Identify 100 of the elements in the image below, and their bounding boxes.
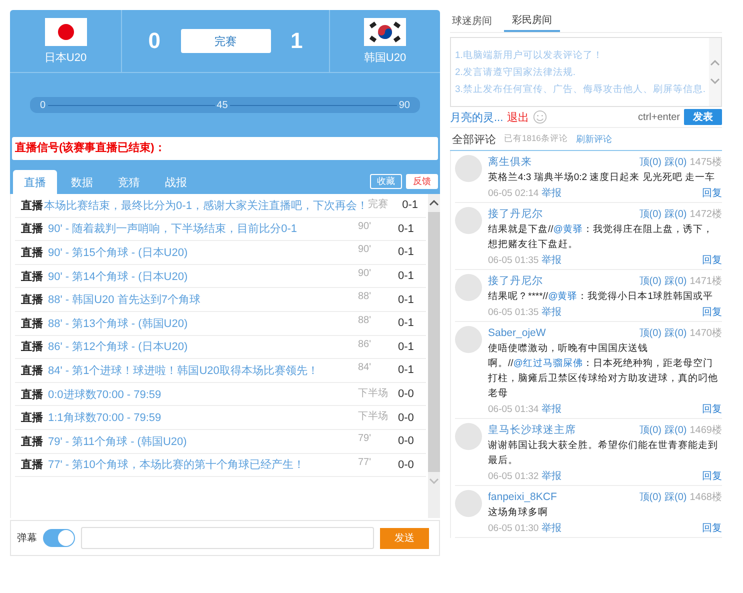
event-minute: 79'	[358, 432, 372, 444]
live-tag: 直播	[15, 316, 48, 331]
report-link[interactable]: 举报	[542, 186, 562, 200]
upvote-link[interactable]: 顶(0)	[639, 490, 662, 504]
report-link[interactable]: 举报	[542, 402, 562, 416]
scrollbar[interactable]	[428, 194, 440, 518]
floor-number: 1471楼	[690, 274, 722, 288]
downvote-link[interactable]: 踩(0)	[664, 155, 687, 169]
live-tab[interactable]: 数据	[60, 170, 104, 194]
logout-link[interactable]: 退出	[507, 110, 530, 124]
report-link[interactable]: 举报	[542, 305, 562, 319]
feedback-button[interactable]: 反馈	[406, 174, 438, 188]
refresh-link[interactable]: 刷新评论	[576, 132, 612, 146]
downvote-link[interactable]: 踩(0)	[664, 490, 687, 504]
floor-number: 1475楼	[690, 156, 722, 169]
event-text: 本场比赛结束，最终比分为0-1，感谢大家关注直播吧，下次再会！	[44, 198, 368, 213]
message-input[interactable]	[81, 527, 374, 549]
event-minute: 完赛	[368, 198, 389, 211]
mention-link[interactable]: @黄驿	[553, 224, 583, 235]
mention-link[interactable]: @红过马骝屎佛	[513, 358, 583, 369]
report-link[interactable]: 举报	[542, 521, 562, 535]
report-link[interactable]: 举报	[542, 253, 562, 267]
upvote-link[interactable]: 顶(0)	[639, 326, 662, 340]
avatar	[455, 274, 482, 301]
live-tag: 直播	[15, 362, 48, 378]
live-tag: 直播	[15, 339, 48, 354]
live-tag: 直播	[15, 434, 48, 449]
away-score: 1	[290, 28, 303, 54]
notice-text: 1.电脑端新用户可以发表评论了！	[455, 48, 604, 62]
event-score: 0-0	[398, 458, 415, 471]
timeline-tick: 90	[398, 100, 411, 110]
comment-time: 06-05 01:32	[488, 470, 539, 482]
reply-link[interactable]: 回复	[702, 469, 722, 483]
comment-text: 这场角球多啊	[488, 506, 549, 520]
room-tab[interactable]: 球迷房间	[450, 10, 498, 32]
upvote-link[interactable]: 顶(0)	[639, 155, 662, 169]
user-name[interactable]: 皇马长沙球迷主席	[488, 423, 576, 437]
upvote-link[interactable]: 顶(0)	[639, 423, 662, 437]
signal-notice: 直播信号(该赛事直播已结束)：	[12, 137, 438, 160]
live-tag: 直播	[15, 457, 48, 472]
scroll-up-icon[interactable]	[429, 200, 439, 206]
notice-text: 2.发言请遵守国家法律法规.	[455, 66, 577, 78]
downvote-link[interactable]: 踩(0)	[664, 274, 687, 288]
live-tab[interactable]: 战报	[154, 170, 198, 194]
floor-number: 1469楼	[690, 424, 722, 437]
event-score: 0-1	[398, 294, 415, 306]
user-name[interactable]: 离生俱来	[488, 155, 532, 169]
comment-text: 使唔使噤激动，听晚有中国国庆送钱啊。//@红过马骝屎佛：日本死绝种狗，距老母空门打柱，脑瘫后卫禁区传球给对方助攻进球，真的叼他老母	[488, 342, 719, 401]
user-link[interactable]: 月亮的灵...	[450, 110, 504, 124]
event-minute: 90'	[358, 244, 372, 256]
emoji-icon[interactable]	[533, 110, 548, 124]
avatar	[455, 490, 482, 517]
mention-link[interactable]: @黄驿	[548, 291, 578, 302]
upvote-link[interactable]: 顶(0)	[639, 274, 662, 288]
notice-text: 3.禁止发布任何宣传、广告、侮辱攻击他人、刷屏等信息.	[455, 82, 707, 96]
reply-link[interactable]: 回复	[702, 253, 722, 267]
comment-text: 英格兰4:3 瑞典半场0:2 速度日起来 见光死吧 走一车	[488, 171, 716, 185]
danmaku-toggle[interactable]	[43, 529, 75, 547]
scroll-down-icon[interactable]	[710, 78, 720, 84]
user-name[interactable]: 接了丹尼尔	[488, 274, 543, 288]
user-name[interactable]: fanpeixi_8KCF	[488, 491, 557, 503]
reply-link[interactable]: 回复	[702, 402, 722, 416]
event-text: 88' - 韩国U20 首先达到7个角球	[48, 293, 202, 308]
event-score: 0-0	[398, 388, 415, 400]
live-tag: 直播	[15, 292, 48, 308]
favorite-button[interactable]: 收藏	[370, 174, 402, 188]
reply-link[interactable]: 回复	[702, 521, 722, 535]
event-score: 0-1	[398, 270, 415, 282]
downvote-link[interactable]: 踩(0)	[664, 423, 687, 437]
timeline-tick: 45	[216, 100, 229, 110]
avatar	[455, 207, 482, 234]
send-button[interactable]: 发送	[380, 528, 429, 548]
live-tab[interactable]: 竞猜	[107, 170, 151, 194]
room-tab[interactable]: 彩民房间	[504, 10, 560, 32]
report-link[interactable]: 举报	[542, 469, 562, 483]
post-button[interactable]: 发表	[684, 109, 722, 125]
live-tab[interactable]: 直播	[13, 170, 57, 194]
comment-text: 谢谢韩国让我大获全胜。希望你们能在世青赛能走到最后。	[488, 439, 719, 468]
downvote-link[interactable]: 踩(0)	[664, 326, 687, 340]
user-name[interactable]: 接了丹尼尔	[488, 207, 543, 221]
event-score: 0-0	[398, 435, 415, 448]
downvote-link[interactable]: 踩(0)	[664, 207, 687, 221]
match-status: 完赛	[180, 29, 270, 53]
team-name: 日本U20	[44, 50, 87, 64]
scroll-down-icon[interactable]	[429, 478, 439, 484]
reply-link[interactable]: 回复	[702, 186, 722, 200]
event-minute: 90'	[358, 268, 372, 279]
home-score: 0	[148, 28, 160, 54]
event-score: 0-1	[398, 340, 415, 353]
user-name[interactable]: Saber_ojeW	[488, 327, 546, 339]
event-text: 84' - 第1个进球！球进啦！韩国U20取得本场比赛领先！	[48, 364, 320, 378]
event-text: 88' - 第13个角球 - (韩国U20)	[48, 316, 189, 331]
comment-time: 06-05 01:35	[488, 306, 539, 318]
event-minute: 90'	[358, 220, 372, 232]
upvote-link[interactable]: 顶(0)	[639, 207, 662, 221]
event-score: 0-1	[398, 222, 415, 235]
event-minute: 84'	[358, 362, 372, 374]
comment-time: 06-05 01:35	[488, 254, 539, 266]
reply-link[interactable]: 回复	[702, 305, 722, 319]
event-score: 0-1	[402, 199, 419, 212]
